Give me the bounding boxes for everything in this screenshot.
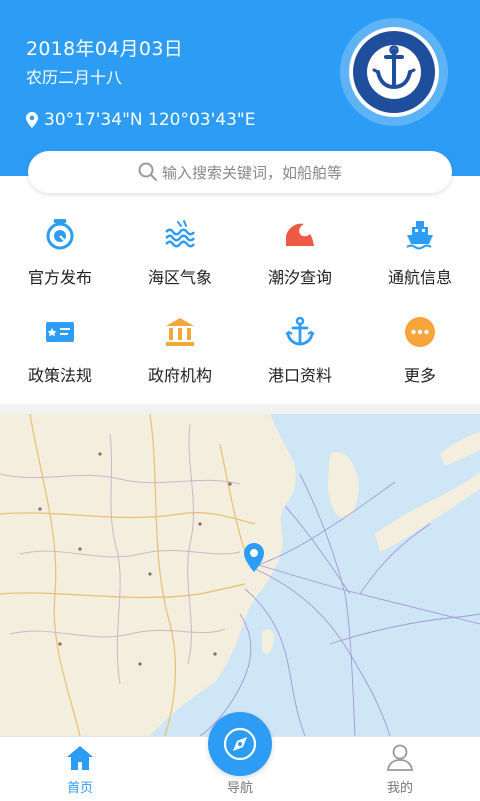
menu-item-sea-weather[interactable]: 海区气象	[120, 210, 240, 300]
china-msa-logo	[340, 18, 448, 126]
navigation-button[interactable]	[208, 712, 272, 776]
location-row: 30°17'34"N 120°03'43"E	[26, 110, 255, 130]
menu-item-official-release[interactable]: 官方发布	[0, 210, 120, 300]
location-pin-icon	[26, 112, 38, 128]
lunar-date-text: 农历二月十八	[26, 68, 123, 87]
menu-item-label: 潮汐查询	[267, 268, 332, 287]
menu-item-label: 政策法规	[27, 366, 92, 385]
menu-item-label: 政府机构	[147, 366, 212, 385]
tab-home[interactable]: 首页	[20, 737, 140, 801]
policy-card-icon	[46, 322, 74, 342]
more-icon	[405, 317, 435, 347]
tab-navigation-label: 导航	[226, 781, 253, 796]
map-view[interactable]	[0, 414, 480, 736]
search-placeholder: 输入搜索关键词，如船舶等	[161, 163, 342, 182]
menu-item-more[interactable]: 更多	[360, 308, 480, 398]
menu-item-label: 通航信息	[387, 268, 452, 287]
tide-icon	[286, 223, 314, 246]
date-text: 2018年04月03日	[26, 38, 184, 60]
menu-item-port-data[interactable]: 港口资料	[240, 308, 360, 398]
tab-mine-label: 我的	[386, 781, 413, 796]
tab-mine[interactable]: 我的	[340, 737, 460, 801]
home-icon	[67, 746, 93, 770]
search-bar[interactable]: 输入搜索关键词，如船舶等	[28, 151, 452, 193]
section-divider	[0, 404, 480, 414]
china-msa-emblem	[349, 27, 439, 117]
menu-item-government[interactable]: 政府机构	[120, 308, 240, 398]
menu-item-label: 更多	[403, 366, 436, 385]
search-icon	[138, 162, 157, 181]
coordinates-text: 30°17'34"N 120°03'43"E	[44, 110, 256, 130]
menu-item-label: 港口资料	[267, 366, 332, 385]
header-banner: 2018年04月03日 农历二月十八 30°17'34"N 120°03'43"…	[0, 0, 480, 176]
government-building-icon	[166, 318, 194, 346]
sea-weather-icon	[165, 220, 195, 248]
ship-icon	[406, 221, 433, 250]
tab-home-label: 首页	[66, 781, 93, 796]
menu-item-policy[interactable]: 政策法规	[0, 308, 120, 398]
official-release-icon	[46, 219, 74, 250]
map-canvas	[0, 414, 480, 736]
user-icon	[386, 744, 414, 771]
menu-item-label: 海区气象	[147, 268, 212, 287]
menu-item-tide-query[interactable]: 潮汐查询	[240, 210, 360, 300]
menu-item-label: 官方发布	[27, 268, 92, 287]
menu-item-navigation-info[interactable]: 通航信息	[360, 210, 480, 300]
anchor-icon	[285, 316, 315, 346]
compass-icon	[223, 727, 257, 761]
